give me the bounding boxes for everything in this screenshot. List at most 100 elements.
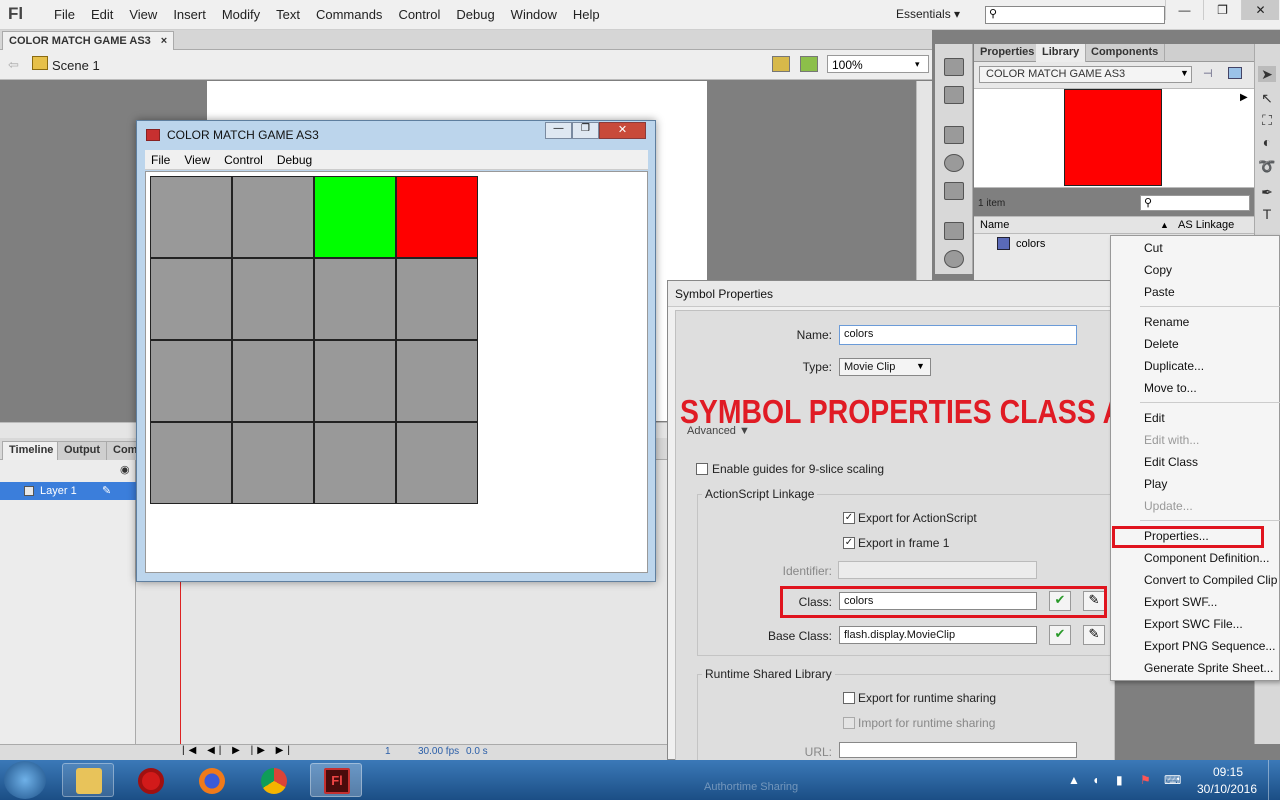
nine-slice-checkbox[interactable]: [696, 463, 708, 475]
menu-item-edit[interactable]: Edit: [1144, 411, 1165, 425]
validate-base-class-button[interactable]: ✔: [1049, 625, 1071, 645]
chevron-down-icon[interactable]: ▼: [916, 361, 925, 371]
new-library-icon[interactable]: [1228, 67, 1242, 79]
swf-menu-control[interactable]: Control: [224, 153, 263, 167]
menu-view[interactable]: View: [121, 7, 165, 22]
show-desktop-button[interactable]: [1268, 760, 1280, 800]
menu-control[interactable]: Control: [390, 7, 448, 22]
3d-rotation-icon[interactable]: ◐: [1258, 134, 1276, 150]
network-icon[interactable]: ▮: [1116, 773, 1123, 787]
menu-item-rename[interactable]: Rename: [1144, 315, 1189, 329]
swf-menu-debug[interactable]: Debug: [277, 153, 312, 167]
library-search-input[interactable]: ⚲: [1140, 195, 1250, 211]
frame-rate[interactable]: 30.00 fps: [418, 746, 459, 757]
swf-close-button[interactable]: ✕: [599, 122, 646, 139]
lasso-icon[interactable]: ➰: [1258, 158, 1276, 174]
color-tile[interactable]: [150, 176, 232, 258]
export-runtime-checkbox[interactable]: [843, 692, 855, 704]
color-tile[interactable]: [150, 258, 232, 340]
base-class-input[interactable]: flash.display.MovieClip: [839, 626, 1037, 644]
tab-components[interactable]: Components: [1085, 44, 1166, 62]
color-tile[interactable]: [232, 258, 314, 340]
menu-commands[interactable]: Commands: [308, 7, 390, 22]
keyboard-icon[interactable]: ⌨: [1164, 773, 1181, 787]
menu-debug[interactable]: Debug: [448, 7, 502, 22]
library-document-select[interactable]: COLOR MATCH GAME AS3: [979, 66, 1192, 83]
color-tile[interactable]: [314, 176, 396, 258]
menu-item-sprite-sheet[interactable]: Generate Sprite Sheet...: [1144, 661, 1273, 675]
export-frame1-checkbox[interactable]: ✓: [843, 537, 855, 549]
symbol-name-input[interactable]: colors: [839, 325, 1077, 345]
close-icon[interactable]: ×: [161, 35, 167, 47]
color-tile[interactable]: [396, 422, 478, 504]
export-actionscript-checkbox[interactable]: ✓: [843, 512, 855, 524]
color-tile[interactable]: [396, 258, 478, 340]
color-tile[interactable]: [232, 422, 314, 504]
minimize-button[interactable]: —: [1165, 0, 1203, 20]
free-transform-icon[interactable]: ⛶: [1258, 112, 1276, 128]
restore-button[interactable]: ❐: [1203, 0, 1241, 20]
sort-up-icon[interactable]: ▲: [1160, 220, 1169, 230]
menu-help[interactable]: Help: [565, 7, 608, 22]
code-snippets-icon[interactable]: [944, 222, 964, 240]
color-tile[interactable]: [314, 340, 396, 422]
edit-scene-icon[interactable]: [800, 56, 818, 72]
info-icon[interactable]: [944, 154, 964, 172]
subselection-tool-icon[interactable]: ↖: [1258, 90, 1276, 106]
swf-minimize-button[interactable]: —: [545, 122, 572, 139]
transform-icon[interactable]: [944, 182, 964, 200]
color-tile[interactable]: [232, 340, 314, 422]
menu-insert[interactable]: Insert: [165, 7, 214, 22]
workspace-switcher[interactable]: Essentials ▾: [896, 7, 960, 21]
chrome-icon[interactable]: [261, 768, 287, 794]
color-tile[interactable]: [396, 340, 478, 422]
edit-base-class-pencil-button[interactable]: ✎: [1083, 625, 1105, 645]
menu-item-export-swc[interactable]: Export SWC File...: [1144, 617, 1243, 631]
clock-date[interactable]: 30/10/2016: [1192, 782, 1262, 796]
chevron-down-icon[interactable]: ▾: [915, 59, 920, 70]
motion-presets-icon[interactable]: [944, 58, 964, 76]
menu-edit[interactable]: Edit: [83, 7, 121, 22]
scene-label[interactable]: Scene 1: [52, 58, 100, 73]
help-search-input[interactable]: ⚲: [985, 6, 1165, 24]
color-tile[interactable]: [232, 176, 314, 258]
menu-item-export-swf[interactable]: Export SWF...: [1144, 595, 1217, 609]
playback-controls[interactable]: |◀ ◀| ▶ |▶ ▶|: [182, 745, 294, 756]
edit-symbols-icon[interactable]: [772, 56, 790, 72]
menu-file[interactable]: File: [46, 7, 83, 22]
swf-maximize-button[interactable]: ❐: [572, 122, 599, 139]
components-icon[interactable]: [944, 250, 964, 268]
swf-menu-file[interactable]: File: [151, 153, 170, 167]
menu-item-paste[interactable]: Paste: [1144, 285, 1175, 299]
column-as-linkage[interactable]: AS Linkage: [1178, 219, 1234, 231]
close-button[interactable]: ✕: [1241, 0, 1279, 20]
eye-icon[interactable]: ◉: [120, 463, 130, 476]
color-tile[interactable]: [314, 422, 396, 504]
url-input[interactable]: [839, 742, 1077, 758]
menu-window[interactable]: Window: [503, 7, 565, 22]
menu-item-duplicate[interactable]: Duplicate...: [1144, 359, 1204, 373]
menu-item-export-png[interactable]: Export PNG Sequence...: [1144, 639, 1275, 653]
swf-menu-view[interactable]: View: [184, 153, 210, 167]
menu-item-play[interactable]: Play: [1144, 477, 1167, 491]
color-tile[interactable]: [314, 258, 396, 340]
start-button[interactable]: [4, 761, 46, 799]
menu-item-delete[interactable]: Delete: [1144, 337, 1179, 351]
menu-item-component-definition[interactable]: Component Definition...: [1144, 551, 1269, 565]
playhead[interactable]: [180, 580, 181, 745]
column-name[interactable]: Name: [980, 219, 1009, 231]
color-tile[interactable]: [150, 422, 232, 504]
menu-item-copy[interactable]: Copy: [1144, 263, 1172, 277]
advanced-toggle[interactable]: Advanced ▼: [687, 425, 750, 437]
menu-item-convert-compiled-clip[interactable]: Convert to Compiled Clip: [1144, 573, 1277, 587]
color-tile[interactable]: [150, 340, 232, 422]
play-icon[interactable]: ▶: [1240, 92, 1248, 103]
tab-output[interactable]: Output: [57, 441, 108, 460]
pen-tool-icon[interactable]: ✒: [1258, 184, 1276, 200]
menu-text[interactable]: Text: [268, 7, 308, 22]
align-icon[interactable]: [944, 86, 964, 104]
layer-name[interactable]: Layer 1: [40, 485, 77, 497]
chevron-down-icon[interactable]: ▼: [1180, 68, 1189, 78]
menu-item-edit-class[interactable]: Edit Class: [1144, 455, 1198, 469]
action-center-icon[interactable]: ⚑: [1140, 773, 1151, 787]
